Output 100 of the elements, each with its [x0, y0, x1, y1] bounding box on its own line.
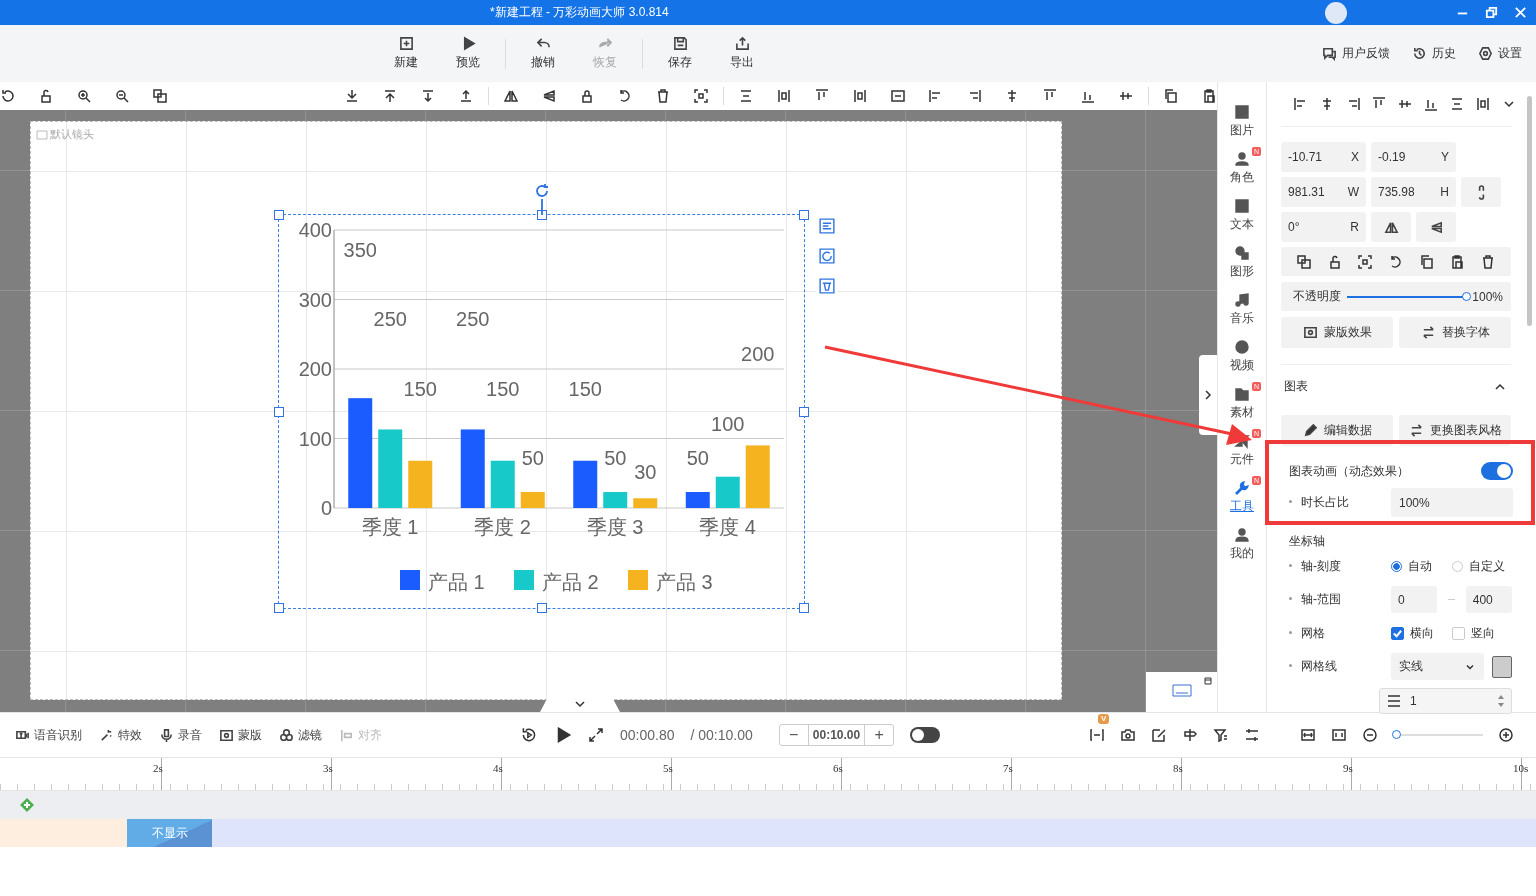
range-max-field[interactable]: 400 — [1465, 586, 1512, 613]
flip-vertical-button[interactable] — [1416, 212, 1456, 242]
paste-icon[interactable] — [1201, 88, 1217, 104]
paste-icon[interactable] — [1449, 253, 1466, 270]
focus-frame-icon[interactable] — [693, 88, 710, 104]
resize-handle[interactable] — [274, 210, 284, 220]
minus-button[interactable]: − — [779, 725, 808, 745]
resize-handle[interactable] — [536, 603, 547, 613]
circles-tool[interactable]: 滤镜 — [279, 726, 322, 744]
duration-field[interactable]: 100% — [1391, 488, 1513, 517]
speech-text-tool[interactable]: 语音识别 — [15, 726, 82, 744]
sidebar-item[interactable]: 音乐 — [1218, 292, 1266, 327]
zoom-in-icon[interactable] — [76, 88, 92, 104]
feedback-icon — [1322, 46, 1337, 61]
expand-icon[interactable] — [588, 727, 604, 743]
history-link[interactable]: 历史 — [1412, 45, 1456, 62]
flip-vertical-icon[interactable] — [541, 88, 558, 104]
range-min-field[interactable]: 0 — [1391, 586, 1438, 613]
edit-icon[interactable] — [1151, 727, 1167, 743]
distribute-icon[interactable] — [776, 88, 793, 104]
person-icon — [1234, 151, 1250, 167]
number-field[interactable]: 0° R — [1281, 212, 1366, 242]
frame-icon[interactable] — [890, 88, 907, 104]
animation-toggle[interactable] — [1481, 462, 1513, 480]
align-icon[interactable] — [816, 215, 838, 237]
collapse-tab[interactable] — [1199, 355, 1217, 435]
rotate-handle-icon[interactable] — [534, 183, 550, 215]
grid-line-label: 网格线 — [1289, 658, 1391, 675]
flip-horizontal-icon[interactable] — [503, 88, 520, 104]
sidebar-item[interactable]: 视频 — [1218, 339, 1266, 374]
resize-handle[interactable] — [799, 406, 809, 417]
zoom-out-icon[interactable] — [1362, 727, 1378, 743]
distribute-icon[interactable] — [852, 88, 869, 104]
zoom-out-icon[interactable] — [114, 88, 130, 104]
number-field[interactable]: 981.31 W — [1281, 177, 1366, 207]
swap-button[interactable]: 替换字体 — [1399, 317, 1511, 348]
rotate-icon[interactable] — [0, 88, 16, 104]
feedback-link[interactable]: 用户反馈 — [1322, 45, 1390, 62]
bar — [715, 476, 740, 508]
close-icon[interactable] — [1513, 5, 1528, 20]
radio-option[interactable]: 自动 — [1391, 557, 1452, 575]
plus-button[interactable]: + — [865, 725, 894, 745]
undo-button[interactable]: 撤销 — [515, 30, 571, 77]
ratio-icon[interactable] — [1331, 727, 1347, 743]
sparkle-tool[interactable]: 特效 — [99, 726, 142, 744]
line-style-dropdown[interactable]: 实线 — [1391, 653, 1485, 680]
time-label: 3s — [323, 762, 333, 774]
sidebar-item[interactable]: 图片 — [1218, 104, 1266, 139]
avatar[interactable] — [1325, 1, 1347, 24]
checkbox-option[interactable]: 横向 — [1391, 624, 1452, 642]
zoom-in-icon[interactable] — [1498, 727, 1514, 743]
resize-handle[interactable] — [799, 603, 809, 613]
line-width-field[interactable]: 1 — [1379, 688, 1512, 714]
color-swatch[interactable] — [1492, 655, 1512, 678]
signpost-icon[interactable] — [1182, 727, 1198, 743]
number-field[interactable]: -10.71 X — [1281, 142, 1366, 172]
sliders-icon[interactable] — [1244, 727, 1260, 743]
focus-frame-icon[interactable] — [1357, 253, 1374, 270]
replay-icon[interactable] — [520, 726, 538, 744]
current-time: 00:00.80 — [620, 727, 675, 743]
unlock-icon[interactable] — [38, 88, 54, 104]
expand-tab[interactable] — [540, 697, 620, 712]
layers-icon[interactable] — [152, 88, 168, 104]
number-field[interactable]: 735.98 H — [1371, 177, 1456, 207]
copy-icon[interactable] — [1418, 253, 1435, 270]
spinner-icon[interactable] — [1497, 693, 1505, 709]
filter-icon[interactable] — [1213, 727, 1229, 743]
resize-handle[interactable] — [274, 603, 284, 613]
layers-icon[interactable] — [1296, 253, 1313, 270]
microphone-tool[interactable]: 录音 — [159, 726, 202, 744]
camera-icon[interactable] — [1120, 727, 1136, 743]
number-field[interactable]: -0.19 Y — [1371, 142, 1456, 172]
sidebar-item[interactable]: 图形 — [1218, 245, 1266, 280]
save-button[interactable]: 保存 — [652, 30, 708, 77]
scrollbar[interactable] — [1527, 96, 1532, 326]
fit-width-icon[interactable] — [1300, 727, 1316, 743]
settings-link[interactable]: 设置 — [1478, 45, 1522, 62]
link-button[interactable] — [1461, 177, 1501, 207]
radio-option[interactable]: 自定义 — [1451, 557, 1512, 575]
fit-icon[interactable] — [1089, 727, 1105, 743]
export-button[interactable]: 导出 — [714, 30, 770, 77]
lines-icon[interactable] — [1449, 96, 1465, 112]
resize-handle[interactable] — [274, 406, 284, 417]
checkbox-option[interactable]: 竖向 — [1451, 624, 1512, 642]
toggle-switch[interactable] — [910, 727, 941, 743]
sidebar-item[interactable]: 文本 — [1218, 198, 1266, 233]
add-keyframe-icon[interactable] — [19, 797, 35, 813]
mask-tool[interactable]: 蒙版 — [219, 726, 262, 744]
play-button[interactable]: 预览 — [440, 30, 496, 77]
resize-handle[interactable] — [536, 210, 547, 220]
distribute-icon[interactable] — [1475, 96, 1491, 112]
restore-icon[interactable] — [1203, 676, 1213, 686]
sidebar-item[interactable]: 我的 — [1218, 527, 1266, 562]
wrench-icon — [1234, 480, 1250, 496]
resize-handle[interactable] — [799, 210, 809, 220]
annotation-label: 250 — [373, 308, 407, 331]
mask-button[interactable]: 蒙版效果 — [1281, 317, 1393, 348]
flip-horizontal-button[interactable] — [1371, 212, 1411, 242]
new-button[interactable]: 新建 — [378, 30, 434, 77]
copy-icon[interactable] — [1163, 88, 1179, 104]
